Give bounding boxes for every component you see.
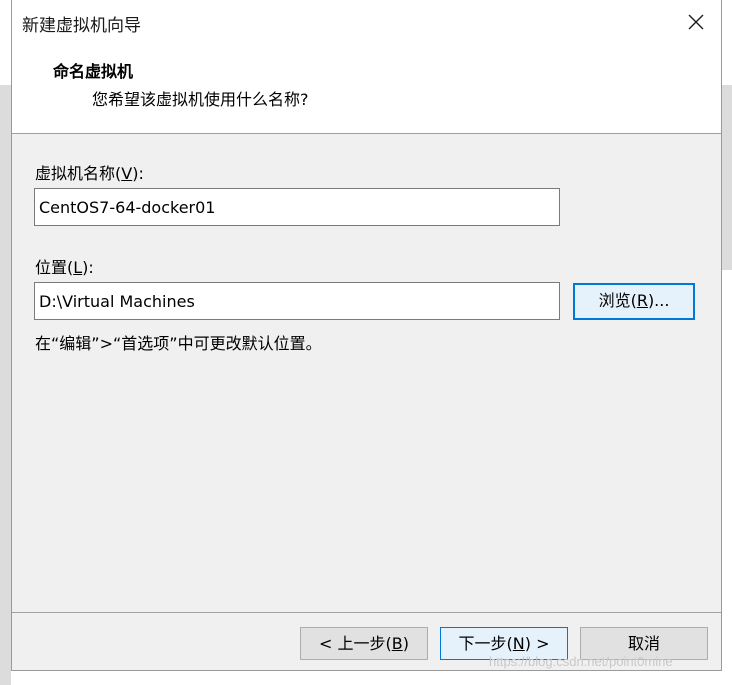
back-button[interactable]: < 上一步(B) [300,627,428,660]
new-vm-wizard-dialog: 新建虚拟机向导 命名虚拟机 您希望该虚拟机使用什么名称? 虚拟机名称(V): 位… [11,0,722,671]
background-window-left [0,85,11,685]
location-input[interactable] [34,282,560,320]
page-title: 命名虚拟机 [53,62,134,81]
page-subtitle: 您希望该虚拟机使用什么名称? [92,90,309,109]
location-hint: 在“编辑”>“首选项”中可更改默认位置。 [35,334,322,353]
vm-name-input[interactable] [34,188,560,226]
close-button[interactable] [680,6,712,38]
wizard-header: 命名虚拟机 您希望该虚拟机使用什么名称? [12,44,721,133]
background-window-right [721,85,732,270]
location-label: 位置(L): [35,258,94,277]
wizard-body: 虚拟机名称(V): 位置(L): 浏览(R)... 在“编辑”>“首选项”中可更… [12,134,721,612]
browse-button[interactable]: 浏览(R)... [573,283,695,320]
window-title: 新建虚拟机向导 [22,16,141,36]
watermark: https://blog.csdn.net/point0mine [489,654,673,669]
close-icon [688,14,704,30]
title-bar: 新建虚拟机向导 [12,0,721,44]
vm-name-label: 虚拟机名称(V): [35,164,144,183]
